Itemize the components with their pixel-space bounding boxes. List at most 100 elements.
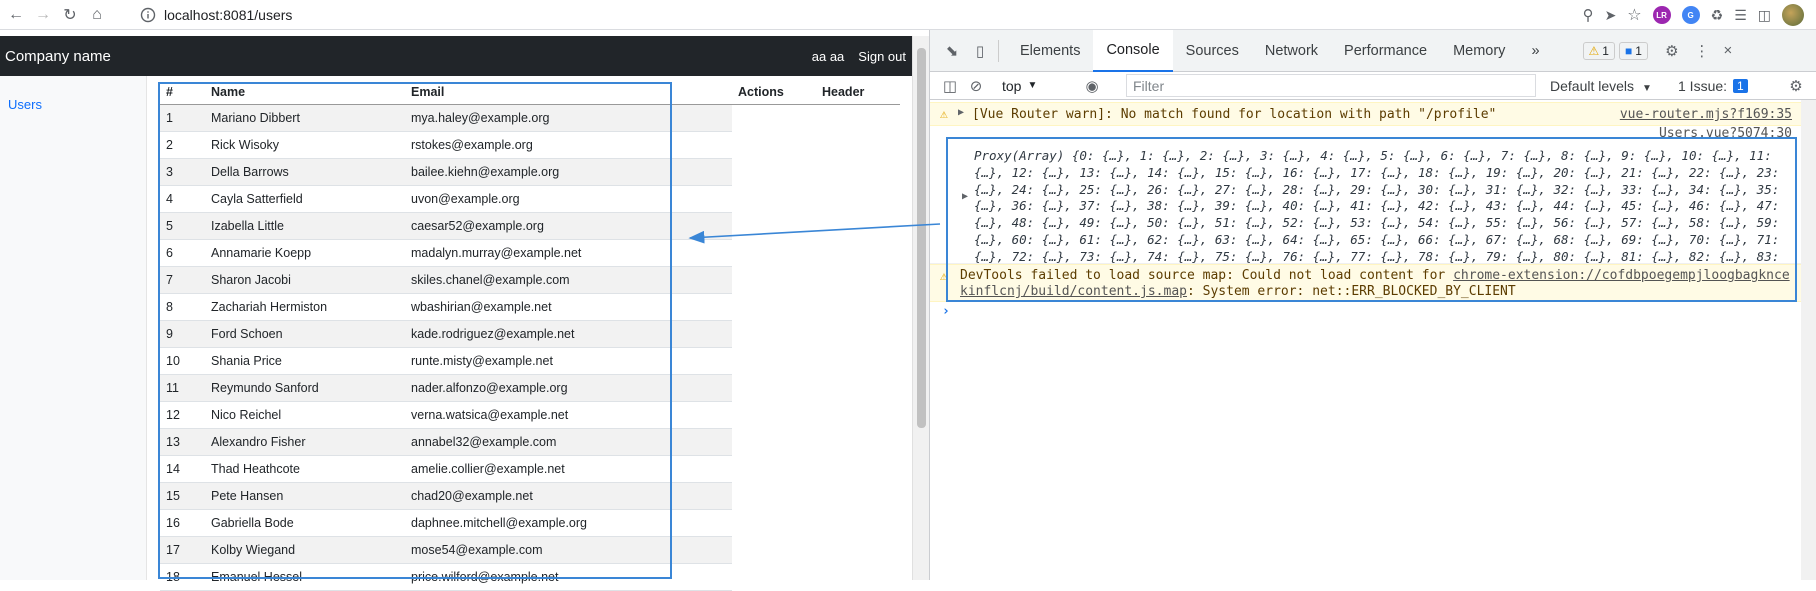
tab-console[interactable]: Console xyxy=(1093,29,1173,72)
actions-cell xyxy=(732,428,816,455)
page-scrollbar[interactable] xyxy=(912,36,929,580)
table-row: 16 Gabriella Bode daphnee.mitchell@example… xyxy=(160,509,900,537)
tab-network[interactable]: Network xyxy=(1252,30,1331,72)
header-cell xyxy=(816,185,900,212)
row-number: 5 xyxy=(160,212,205,240)
row-number: 8 xyxy=(160,293,205,321)
table-row: 9 Ford Schoen kade.rodriguez@example.net xyxy=(160,320,900,348)
tab-elements[interactable]: Elements xyxy=(1007,30,1093,72)
user-email-cell: skiles.chanel@example.com xyxy=(405,266,732,294)
expand-triangle-icon[interactable]: ▶ xyxy=(962,191,968,202)
extension-badge[interactable]: LR xyxy=(1652,6,1671,24)
warnings-badge[interactable]: ⚠ 1 xyxy=(1582,41,1615,60)
user-name-cell: Annamarie Koepp xyxy=(205,239,405,267)
warnings-count: 1 xyxy=(1602,43,1609,58)
header-cell xyxy=(816,266,900,293)
brand-name[interactable]: Company name xyxy=(5,48,111,65)
proxy-array-text[interactable]: Proxy(Array) {0: {…}, 1: {…}, 2: {…}, 3:… xyxy=(974,148,1792,282)
zoom-icon[interactable]: ⚲ xyxy=(1583,6,1594,24)
extensions-puzzle-icon[interactable]: ♻ xyxy=(1711,7,1724,24)
user-email-cell: caesar52@example.org xyxy=(405,212,732,240)
context-selector[interactable]: top ▼ xyxy=(1002,78,1037,94)
source-link-users-vue[interactable]: Users.vue?5074:30 xyxy=(1659,126,1792,141)
device-toolbar-icon[interactable]: ▯ xyxy=(970,41,990,61)
sign-out-link[interactable]: Sign out xyxy=(858,49,906,64)
media-control-icon[interactable]: ☰ xyxy=(1734,7,1747,24)
log-levels-dropdown[interactable]: Default levels ▼ xyxy=(1550,78,1652,94)
console-prompt[interactable]: › xyxy=(930,304,1802,324)
table-row: 4 Cayla Satterfield uvon@example.org xyxy=(160,185,900,213)
more-options-icon[interactable]: ⋮ xyxy=(1692,41,1712,61)
header-name: Name xyxy=(205,80,405,105)
tabbar-divider xyxy=(998,39,999,62)
url-text[interactable]: localhost:8081/users xyxy=(164,7,292,23)
tab-memory[interactable]: Memory xyxy=(1440,30,1518,72)
user-email-cell: rstokes@example.org xyxy=(405,131,732,159)
message-icon: ■ xyxy=(1624,43,1633,58)
user-name-cell: Mariano Dibbert xyxy=(205,104,405,132)
app-navbar: Company name aa aa Sign out xyxy=(0,36,912,76)
source-link-vue-router[interactable]: vue-router.mjs?f169:35 xyxy=(1620,107,1792,122)
devtools-scrollbar[interactable] xyxy=(1801,100,1816,580)
more-tabs-button[interactable]: » xyxy=(1518,30,1552,72)
user-name-cell: Zachariah Hermiston xyxy=(205,293,405,321)
row-number: 16 xyxy=(160,509,205,537)
actions-cell xyxy=(732,374,816,401)
messages-badge[interactable]: ■ 1 xyxy=(1618,41,1648,60)
forward-icon[interactable]: → xyxy=(32,4,54,26)
home-icon[interactable]: ⌂ xyxy=(86,4,108,26)
actions-cell xyxy=(732,185,816,212)
inspect-element-icon[interactable]: ⬊ xyxy=(942,41,962,61)
user-email-cell: bailee.kiehn@example.org xyxy=(405,158,732,186)
share-icon[interactable]: ➤ xyxy=(1605,7,1617,24)
console-toolbar: ◫ ⊘ top ▼ ◉ Filter Default levels ▼ 1 Is… xyxy=(930,72,1816,100)
warning-message-text[interactable]: [Vue Router warn]: No match found for lo… xyxy=(972,107,1496,122)
console-filter-input[interactable]: Filter xyxy=(1126,74,1536,97)
close-devtools-icon[interactable]: × xyxy=(1718,41,1738,61)
reload-icon[interactable]: ↻ xyxy=(59,4,81,26)
site-info-icon[interactable] xyxy=(140,7,156,23)
issues-button[interactable]: 1 Issue: 1 xyxy=(1678,78,1748,94)
table-row: 7 Sharon Jacobi skiles.chanel@example.com xyxy=(160,266,900,294)
address-bar[interactable]: localhost:8081/users xyxy=(140,3,292,27)
clear-console-icon[interactable]: ⊘ xyxy=(966,76,986,96)
user-email-cell: amelie.collier@example.net xyxy=(405,455,732,483)
profile-avatar[interactable] xyxy=(1782,4,1804,26)
user-email-cell: wbashirian@example.net xyxy=(405,293,732,321)
back-icon[interactable]: ← xyxy=(5,4,27,26)
side-panel-icon[interactable]: ◫ xyxy=(1758,7,1771,24)
actions-cell xyxy=(732,455,816,482)
user-name-cell: Rick Wisoky xyxy=(205,131,405,159)
row-number: 12 xyxy=(160,401,205,429)
header-cell xyxy=(816,131,900,158)
bookmark-star-icon[interactable]: ☆ xyxy=(1627,5,1641,25)
row-number: 4 xyxy=(160,185,205,213)
row-number: 3 xyxy=(160,158,205,186)
user-email-cell: chad20@example.net xyxy=(405,482,732,510)
table-row: 5 Izabella Little caesar52@example.org xyxy=(160,212,900,240)
header-cell xyxy=(816,293,900,320)
row-number: 10 xyxy=(160,347,205,375)
actions-cell xyxy=(732,347,816,374)
settings-gear-icon[interactable]: ⚙ xyxy=(1662,41,1682,61)
user-name-cell: Cayla Satterfield xyxy=(205,185,405,213)
sidebar-toggle-icon[interactable]: ◫ xyxy=(940,76,960,96)
page-scrollbar-thumb[interactable] xyxy=(917,48,926,428)
messages-count: 1 xyxy=(1635,43,1642,58)
tab-sources[interactable]: Sources xyxy=(1173,30,1252,72)
warning-icon: ⚠ xyxy=(1588,43,1600,58)
row-number: 6 xyxy=(160,239,205,267)
table-row: 8 Zachariah Hermiston wbashirian@example.n… xyxy=(160,293,900,321)
actions-cell xyxy=(732,239,816,266)
sidebar-item-users[interactable]: Users xyxy=(8,97,42,112)
expand-triangle-icon[interactable]: ▶ xyxy=(958,107,964,118)
warning-icon: ⚠ xyxy=(940,107,948,122)
actions-cell xyxy=(732,104,816,131)
user-name[interactable]: aa aa xyxy=(812,49,845,64)
tab-performance[interactable]: Performance xyxy=(1331,30,1440,72)
translate-extension-icon[interactable]: G xyxy=(1681,6,1700,24)
user-name-cell: Alexandro Fisher xyxy=(205,428,405,456)
live-expression-eye-icon[interactable]: ◉ xyxy=(1082,76,1102,96)
console-settings-icon[interactable]: ⚙ xyxy=(1786,76,1806,96)
user-name-cell: Pete Hansen xyxy=(205,482,405,510)
